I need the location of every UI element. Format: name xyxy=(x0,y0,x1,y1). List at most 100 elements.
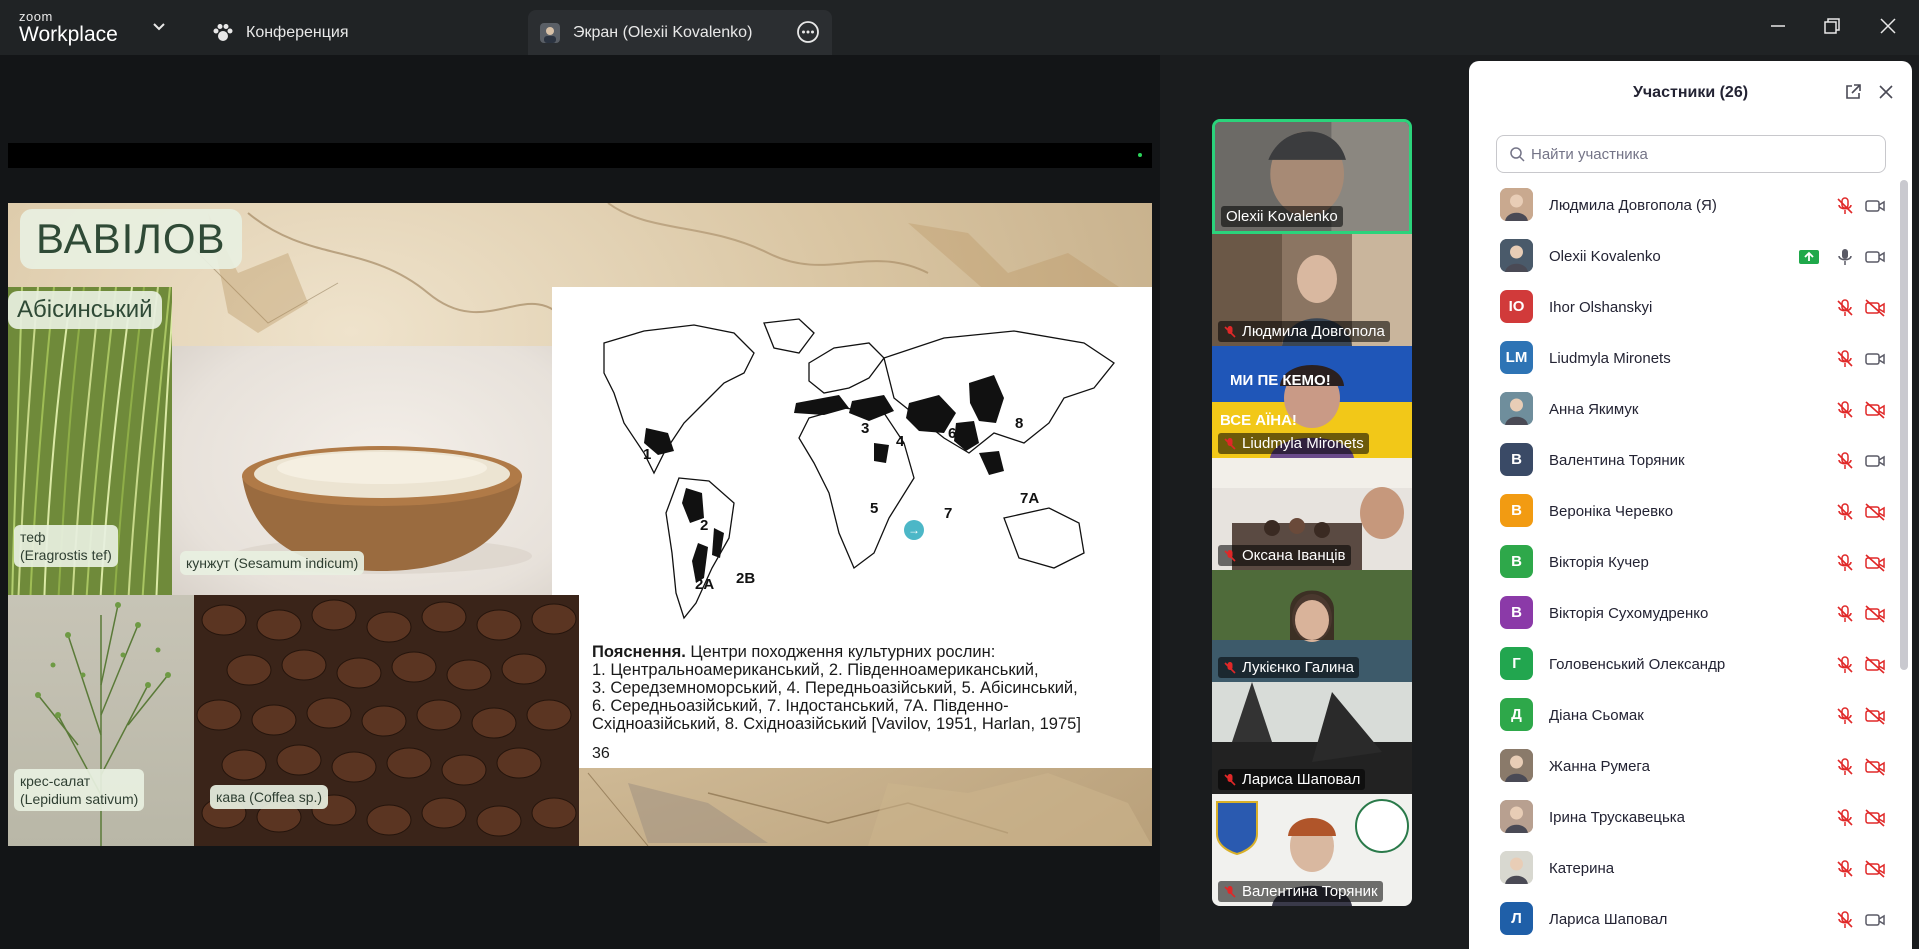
participant-row[interactable]: Olexii Kovalenko xyxy=(1469,231,1899,282)
mic-muted-icon[interactable] xyxy=(1835,655,1855,675)
participant-name: Olexii Kovalenko xyxy=(1549,248,1661,265)
mic-icon[interactable] xyxy=(1835,247,1855,267)
camera-off-icon[interactable] xyxy=(1864,859,1886,879)
video-tile[interactable]: Лукієнко Галина xyxy=(1212,570,1412,682)
video-tile-name: Оксана Іванців xyxy=(1218,545,1351,566)
restore-icon[interactable] xyxy=(1820,14,1844,38)
map-label-2: 2 xyxy=(700,517,709,534)
mic-muted-icon[interactable] xyxy=(1835,859,1855,879)
camera-icon[interactable] xyxy=(1864,349,1886,369)
participants-scrollbar[interactable] xyxy=(1900,180,1908,670)
camera-off-icon[interactable] xyxy=(1864,757,1886,777)
mic-muted-icon[interactable] xyxy=(1835,451,1855,471)
video-tile[interactable]: Оксана Іванців xyxy=(1212,458,1412,570)
zoom-logo[interactable]: zoom Workplace xyxy=(19,10,118,45)
participant-row[interactable]: Г Головенський Олександр xyxy=(1469,639,1899,690)
participant-name: Анна Якимук xyxy=(1549,401,1639,418)
participant-row[interactable]: Людмила Довгопола (Я) xyxy=(1469,180,1899,231)
participant-row[interactable]: IO Ihor Olshanskyi xyxy=(1469,282,1899,333)
chevron-down-icon[interactable] xyxy=(151,18,167,34)
avatar-initials: Л xyxy=(1511,910,1522,927)
tab-conference[interactable]: Конференция xyxy=(212,10,349,55)
camera-off-icon[interactable] xyxy=(1864,655,1886,675)
participant-row[interactable]: Жанна Румега xyxy=(1469,741,1899,792)
participant-row[interactable]: Катерина xyxy=(1469,843,1899,894)
video-tile[interactable]: Людмила Довгопола xyxy=(1212,234,1412,346)
search-input[interactable] xyxy=(1531,145,1861,163)
participant-name: Людмила Довгопола (Я) xyxy=(1549,197,1717,214)
slide-title: ВАВІЛОВ xyxy=(20,209,242,269)
video-tile-name: Liudmyla Mironets xyxy=(1218,433,1369,454)
camera-icon[interactable] xyxy=(1864,451,1886,471)
map-label-2a: 2A xyxy=(695,576,715,593)
tab-screen-share[interactable]: Экран (Olexii Kovalenko) xyxy=(528,10,832,55)
map-label-1: 1 xyxy=(643,446,652,463)
mic-muted-icon[interactable] xyxy=(1835,706,1855,726)
mic-muted-icon xyxy=(1224,773,1236,786)
participant-row[interactable]: Ірина Трускавецька xyxy=(1469,792,1899,843)
avatar xyxy=(1500,188,1533,221)
participant-row[interactable]: LM Liudmyla Mironets xyxy=(1469,333,1899,384)
video-tile-name: Людмила Довгопола xyxy=(1218,321,1390,342)
explanation-line4: 6. Середньоазійський, 7. Індостанський, … xyxy=(592,697,1009,715)
avatar xyxy=(1500,800,1533,833)
camera-off-icon[interactable] xyxy=(1864,298,1886,318)
participant-row[interactable]: В Вікторія Кучер xyxy=(1469,537,1899,588)
avatar xyxy=(1500,239,1533,272)
participant-row[interactable]: Д Діана Сьомак xyxy=(1469,690,1899,741)
mic-muted-icon xyxy=(1224,885,1236,898)
participant-name: Ihor Olshanskyi xyxy=(1549,299,1653,316)
mic-muted-icon[interactable] xyxy=(1835,910,1855,930)
camera-off-icon[interactable] xyxy=(1864,706,1886,726)
camera-off-icon[interactable] xyxy=(1864,502,1886,522)
camera-off-icon[interactable] xyxy=(1864,808,1886,828)
video-tile[interactable]: Валентина Торяник xyxy=(1212,794,1412,906)
participant-row[interactable]: В Вероніка Черевко xyxy=(1469,486,1899,537)
participant-row[interactable]: Анна Якимук xyxy=(1469,384,1899,435)
participant-name: Liudmyla Mironets xyxy=(1549,350,1671,367)
minimize-icon[interactable] xyxy=(1766,14,1790,38)
mic-muted-icon[interactable] xyxy=(1835,502,1855,522)
avatar: Д xyxy=(1500,698,1533,731)
map-explanation: Пояснення. Центри походження культурних … xyxy=(592,643,1132,733)
mic-muted-icon[interactable] xyxy=(1835,757,1855,777)
participant-row[interactable]: В Вікторія Сухомудренко xyxy=(1469,588,1899,639)
camera-icon[interactable] xyxy=(1864,247,1886,267)
participants-header: Участники (26) xyxy=(1469,61,1912,121)
mic-muted-icon[interactable] xyxy=(1835,400,1855,420)
participant-name: Головенський Олександр xyxy=(1549,656,1726,673)
video-tile[interactable]: Olexii Kovalenko xyxy=(1212,119,1412,234)
video-tile[interactable]: МИ ПЕ КЕМО! ВСЕ АЇНА! Liudmyla Mironets xyxy=(1212,346,1412,458)
mic-muted-icon[interactable] xyxy=(1835,196,1855,216)
cress-label-line2: (Lepidium sativum) xyxy=(20,791,139,808)
tab-conference-label: Конференция xyxy=(246,23,349,41)
camera-icon[interactable] xyxy=(1864,196,1886,216)
participant-row[interactable]: Л Лариса Шаповал xyxy=(1469,894,1899,945)
avatar-initials: LM xyxy=(1505,349,1528,366)
screen-share-icon xyxy=(1799,250,1819,264)
banner-top-text: МИ ПЕ КЕМО! xyxy=(1230,372,1331,389)
map-label-5: 5 xyxy=(870,500,879,517)
avatar-initials: Д xyxy=(1511,706,1522,723)
participant-row[interactable]: В Валентина Торяник xyxy=(1469,435,1899,486)
mic-muted-icon[interactable] xyxy=(1835,553,1855,573)
video-tile[interactable]: Лариса Шаповал xyxy=(1212,682,1412,794)
camera-off-icon[interactable] xyxy=(1864,553,1886,573)
camera-icon[interactable] xyxy=(1864,910,1886,930)
mic-muted-icon[interactable] xyxy=(1835,349,1855,369)
participants-paw-icon xyxy=(213,23,233,41)
video-tile-name: Лариса Шаповал xyxy=(1218,769,1366,790)
camera-off-icon[interactable] xyxy=(1864,604,1886,624)
camera-off-icon[interactable] xyxy=(1864,400,1886,420)
mic-muted-icon[interactable] xyxy=(1835,604,1855,624)
close-icon[interactable] xyxy=(1878,84,1894,100)
close-window-icon[interactable] xyxy=(1876,14,1900,38)
mic-muted-icon[interactable] xyxy=(1835,298,1855,318)
avatar: В xyxy=(1500,596,1533,629)
popout-icon[interactable] xyxy=(1844,83,1862,101)
participant-search[interactable] xyxy=(1496,135,1886,173)
map-label-4: 4 xyxy=(896,433,905,450)
mic-muted-icon[interactable] xyxy=(1835,808,1855,828)
map-label-7: 7 xyxy=(944,505,953,522)
more-options-icon[interactable] xyxy=(796,20,820,44)
